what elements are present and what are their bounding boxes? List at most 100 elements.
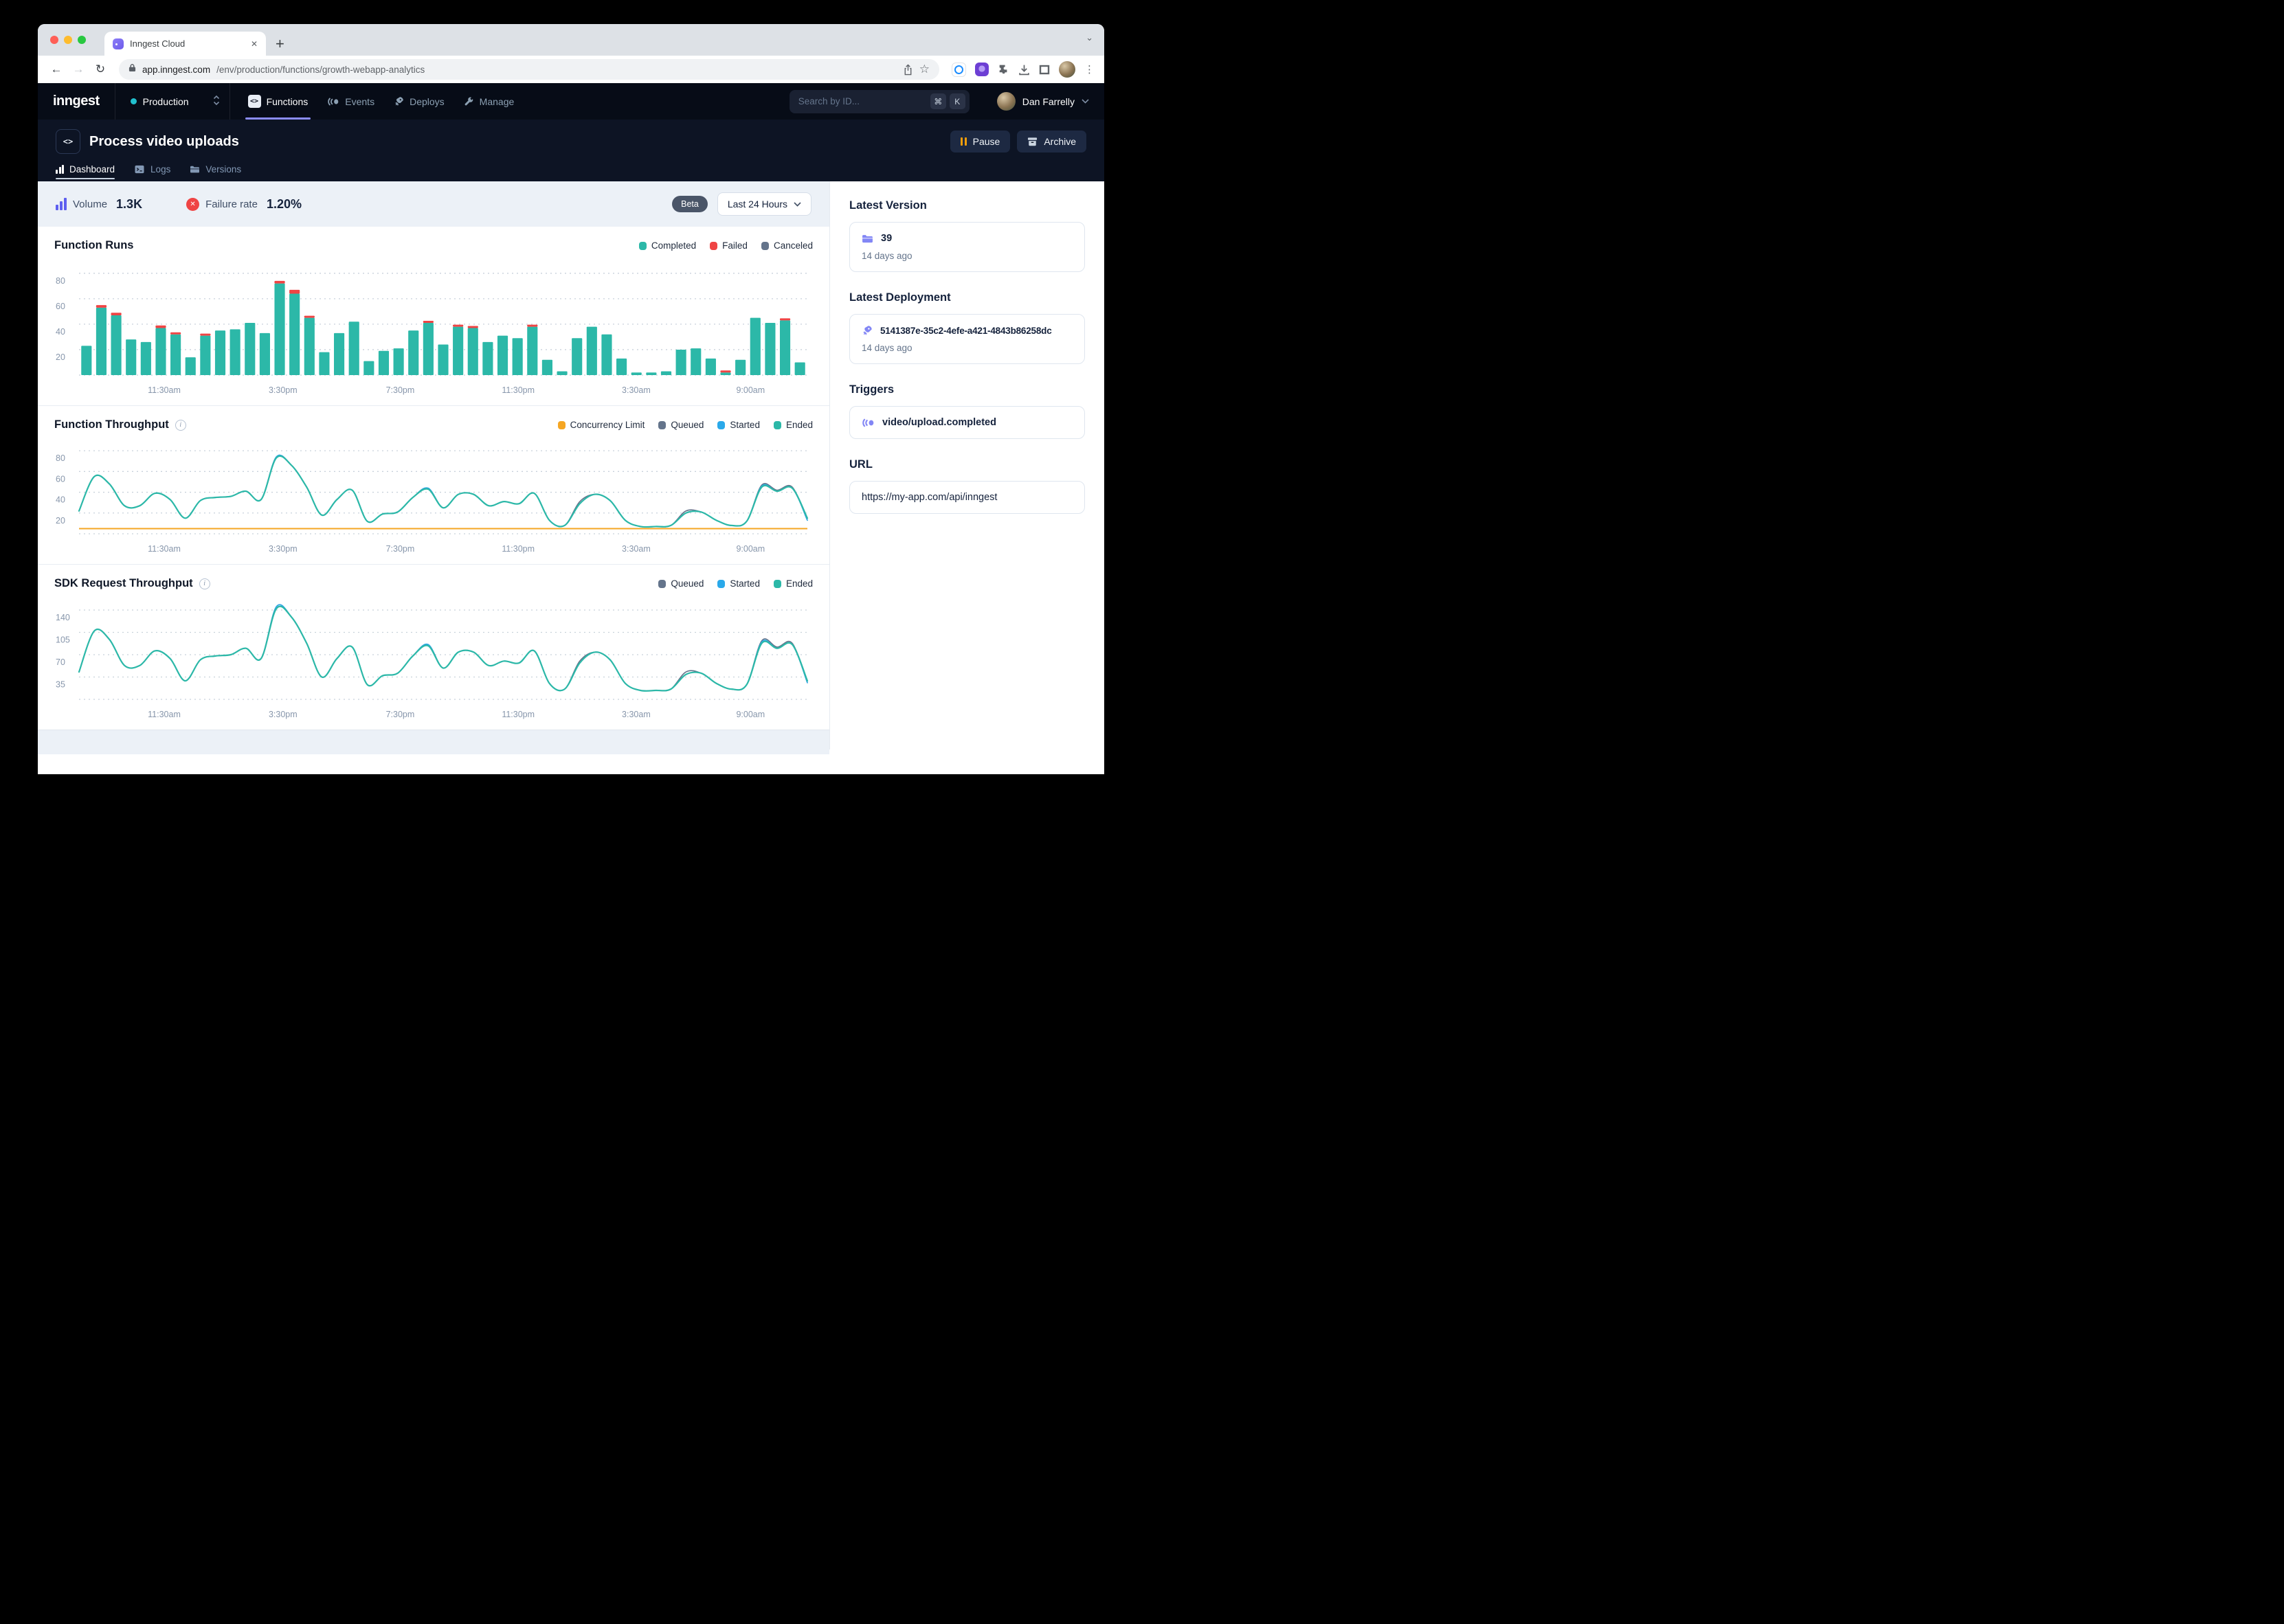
nav-label: Manage [480,96,515,107]
main-nav: <> Functions Events Deploys Manage [230,83,515,120]
user-avatar [997,92,1016,111]
legend-label: Started [730,420,760,430]
latest-version-heading: Latest Version [849,199,1085,212]
tab-dashboard[interactable]: Dashboard [56,164,115,182]
function-throughput-chart: 2040608011:30am3:30pm7:30pm11:30pm3:30am… [54,437,813,557]
info-icon[interactable]: i [199,578,210,589]
sdk-throughput-legend: Queued Started Ended [658,578,813,589]
nav-functions[interactable]: <> Functions [248,83,309,120]
main-column: Volume 1.3K ✕ Failure rate 1.20% Beta La… [38,181,829,749]
url-card: https://my-app.com/api/inngest [849,481,1085,514]
inngest-logo[interactable]: inngest [53,83,115,120]
env-status-dot [131,98,137,104]
downloads-icon[interactable] [1018,64,1030,76]
bookmark-star-icon[interactable]: ☆ [919,63,930,76]
legend-swatch [710,242,717,250]
close-window-button[interactable] [50,36,58,44]
function-throughput-title: Function Throughput [54,418,169,431]
share-icon[interactable] [903,64,913,76]
extensions-puzzle-icon[interactable] [998,64,1009,76]
svg-text:70: 70 [56,657,65,667]
function-runs-title: Function Runs [54,239,133,252]
svg-text:11:30am: 11:30am [148,544,181,554]
zoom-window-button[interactable] [78,36,86,44]
legend-concurrency-limit: Concurrency Limit [558,420,645,430]
svg-text:3:30pm: 3:30pm [269,710,298,719]
latest-deployment-ago: 14 days ago [862,343,1073,353]
legend-label: Started [730,578,760,589]
svg-text:11:30am: 11:30am [148,385,181,395]
dashboard-icon [56,165,64,174]
tab-close-icon[interactable]: ✕ [251,39,258,49]
failure-x-icon: ✕ [186,198,199,211]
environment-select[interactable]: Production [115,83,229,120]
svg-text:7:30pm: 7:30pm [386,544,415,554]
svg-text:80: 80 [56,453,65,463]
browser-profile-avatar[interactable] [1059,61,1075,78]
svg-text:3:30am: 3:30am [622,385,651,395]
svg-text:80: 80 [56,276,65,286]
archive-label: Archive [1044,136,1076,147]
user-menu[interactable]: Dan Farrelly [983,83,1089,120]
rocket-icon [394,96,404,106]
legend-swatch [717,580,725,588]
legend-label: Ended [786,578,813,589]
legend-label: Failed [722,240,748,251]
archive-button[interactable]: Archive [1017,131,1086,153]
forward-button: → [69,63,87,76]
trigger-card[interactable]: video/upload.completed [849,406,1085,439]
env-chevrons-icon [213,95,220,108]
tab-title: Inngest Cloud [130,38,245,49]
tab-search-chevron-icon[interactable]: ⌄ [1086,32,1093,43]
sidebar-panel-icon[interactable] [1039,65,1050,75]
legend-label: Queued [671,420,704,430]
new-tab-button[interactable]: + [276,36,284,52]
tab-label: Versions [205,164,241,174]
sdk-throughput-section: SDK Request Throughput i Queued Started … [38,565,829,730]
svg-text:7:30pm: 7:30pm [386,385,415,395]
legend-swatch [774,580,781,588]
browser-tab[interactable]: Inngest Cloud ✕ [104,32,266,56]
browser-toolbar: ← → ↻ app.inngest.com /env/production/fu… [38,56,1104,83]
reload-button[interactable]: ↻ [91,63,109,76]
page-header: <> Process video uploads Pause Archive D… [38,120,1104,181]
pause-button[interactable]: Pause [950,131,1010,153]
onepassword-extension-icon[interactable] [952,63,966,77]
purple-extension-icon[interactable] [975,63,989,76]
legend-label: Queued [671,578,704,589]
legend-queued: Queued [658,578,704,589]
svg-text:3:30am: 3:30am [622,710,651,719]
browser-menu-icon[interactable]: ⋮ [1084,63,1095,76]
nav-deploys[interactable]: Deploys [394,83,445,120]
back-button[interactable]: ← [47,63,65,76]
svg-text:20: 20 [56,352,65,362]
failure-rate-stat: ✕ Failure rate 1.20% [186,197,302,212]
time-range-label: Last 24 Hours [728,199,787,210]
time-range-dropdown[interactable]: Last 24 Hours [717,192,811,216]
latest-deployment-card[interactable]: 5141387e-35c2-4efe-a421-4843b86258dc 14 … [849,314,1085,364]
nav-events[interactable]: Events [327,83,374,120]
tab-logs[interactable]: Logs [134,164,170,182]
legend-swatch [658,421,666,429]
url-heading: URL [849,458,1085,471]
search-input[interactable]: Search by ID... ⌘ K [790,90,970,113]
legend-swatch [658,580,666,588]
footer-strip [38,730,829,754]
extension-icons: ⋮ [952,61,1095,78]
tab-versions[interactable]: Versions [190,164,241,182]
legend-started: Started [717,578,760,589]
chevron-down-icon [794,202,801,207]
svg-text:35: 35 [56,680,65,690]
legend-ended: Ended [774,420,813,430]
function-throughput-section: Function Throughput i Concurrency Limit … [38,406,829,565]
address-bar[interactable]: app.inngest.com /env/production/function… [119,59,939,80]
svg-text:9:00am: 9:00am [736,544,765,554]
info-icon[interactable]: i [175,420,186,431]
browser-window: Inngest Cloud ✕ + ⌄ ← → ↻ app.inngest.co… [38,24,1104,774]
svg-text:40: 40 [56,327,65,337]
nav-manage[interactable]: Manage [464,83,515,120]
triggers-heading: Triggers [849,383,1085,396]
svg-text:3:30pm: 3:30pm [269,385,298,395]
svg-text:11:30am: 11:30am [148,710,181,719]
minimize-window-button[interactable] [64,36,72,44]
